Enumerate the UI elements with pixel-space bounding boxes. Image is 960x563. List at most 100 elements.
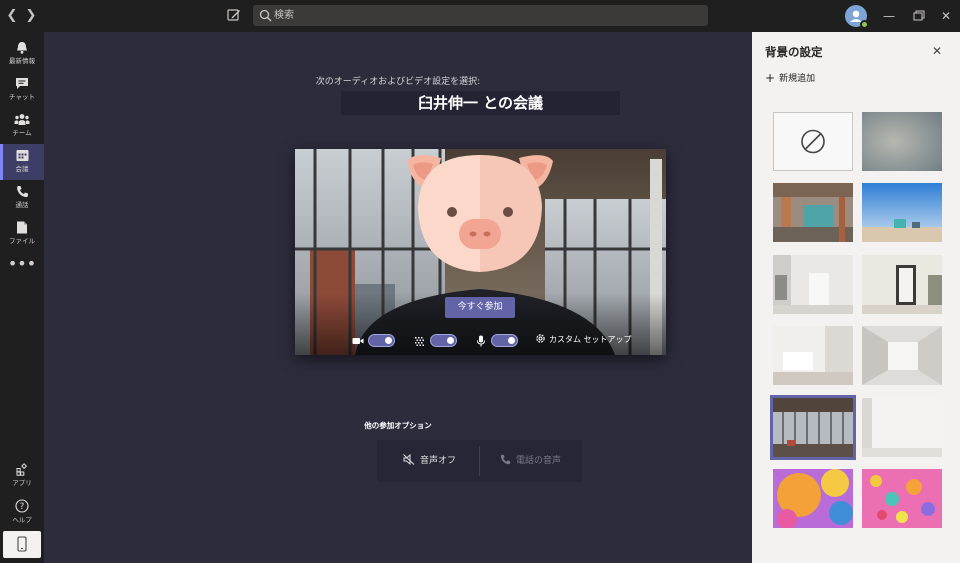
rail-label-activity: 最新情報 [9, 57, 35, 65]
white-loft-background-thumbnail [862, 255, 942, 314]
background-option-office[interactable] [773, 183, 853, 242]
background-option-balloons-orange[interactable] [773, 469, 853, 528]
camera-toggle[interactable] [368, 334, 395, 347]
orange-balloons-background-thumbnail [773, 469, 853, 528]
background-option-current-room[interactable] [770, 395, 856, 460]
rail-item-teams[interactable]: チーム [0, 108, 44, 144]
rail-item-chat[interactable]: チャット [0, 72, 44, 108]
rail-item-meetings[interactable]: 会議 [0, 144, 44, 180]
rail-label-calls: 通話 [15, 201, 29, 209]
chevron-right-icon: ❯ [25, 8, 37, 23]
background-option-balloons-pink[interactable] [862, 469, 942, 528]
background-blur-toggle[interactable] [430, 334, 457, 347]
teams-icon [14, 114, 30, 125]
phone-audio-option[interactable]: 電話の音声 [500, 440, 561, 482]
current-room-background-thumbnail [773, 398, 853, 457]
join-now-button[interactable]: 今すぐ参加 [445, 297, 515, 318]
search-icon [259, 9, 272, 22]
help-icon: ? [15, 499, 29, 513]
back-button[interactable]: ❮ [4, 7, 20, 25]
presence-status-icon [860, 20, 869, 29]
app-rail: 最新情報 チャット チーム 会議 通話 ファイル ••• アプリ ? ヘルプ [0, 32, 44, 563]
apps-icon [16, 463, 27, 476]
minimize-icon: — [883, 9, 895, 23]
background-option-white-room[interactable] [773, 255, 853, 314]
meeting-title: 臼井伸一 との会議 [341, 91, 620, 115]
no-background-icon [801, 129, 825, 154]
toggle-knob [385, 337, 392, 344]
panel-title: 背景の設定 [765, 45, 823, 59]
mobile-device-button[interactable] [3, 531, 41, 558]
compose-button[interactable] [226, 7, 242, 23]
video-preview: 今すぐ参加 カスタム セットアップ [295, 149, 666, 355]
background-option-none[interactable] [773, 112, 853, 171]
rail-label-help: ヘルプ [12, 516, 32, 524]
audio-off-label: 音声オフ [420, 456, 457, 466]
background-option-blur[interactable] [862, 112, 942, 171]
background-option-beach[interactable] [862, 183, 942, 242]
close-window-button[interactable]: ✕ [936, 6, 956, 26]
background-option-white-wall[interactable] [773, 326, 853, 385]
add-new-label: 新規追加 [779, 74, 816, 84]
add-new-background-button[interactable]: + 新規追加 [765, 71, 815, 85]
divider [479, 446, 480, 476]
other-join-options: 音声オフ 電話の音声 [377, 440, 582, 482]
forward-button[interactable]: ❯ [23, 7, 39, 25]
custom-setup-label: カスタム セットアップ [549, 335, 632, 344]
white-wall-background-thumbnail [773, 326, 853, 385]
beach-background-thumbnail [862, 183, 942, 242]
white-space-background-thumbnail [862, 326, 942, 385]
other-join-options-title: 他の参加オプション [364, 421, 432, 430]
rail-label-teams: チーム [12, 129, 32, 137]
file-icon [17, 221, 27, 234]
avatar[interactable] [845, 5, 869, 29]
audio-off-option[interactable]: 音声オフ [403, 440, 456, 482]
rail-label-apps: アプリ [12, 479, 32, 487]
toggle-knob [447, 337, 454, 344]
settings-prompt: 次のオーディオおよびビデオ設定を選択: [315, 77, 481, 87]
svg-text:?: ? [20, 502, 25, 512]
office-background-thumbnail [773, 183, 853, 242]
phone-device-icon [17, 536, 27, 552]
close-icon: ✕ [931, 44, 943, 58]
custom-setup-button[interactable]: カスタム セットアップ [535, 333, 632, 347]
plus-icon: + [765, 71, 776, 85]
rail-label-meetings: 会議 [15, 165, 29, 173]
more-apps-button[interactable]: ••• [0, 254, 44, 280]
search-box[interactable] [253, 5, 708, 26]
minimize-button[interactable]: — [879, 6, 899, 26]
close-icon: ✕ [940, 9, 952, 23]
camera-preview-image [295, 149, 666, 355]
rail-item-activity[interactable]: 最新情報 [0, 36, 44, 72]
background-blur-icon [415, 337, 424, 346]
rail-item-help[interactable]: ? ヘルプ [0, 494, 44, 530]
pre-join-screen: 次のオーディオおよびビデオ設定を選択: 臼井伸一 との会議 今すぐ参加 カスタム… [44, 32, 752, 563]
maximize-icon [913, 10, 925, 21]
search-input[interactable] [274, 6, 694, 25]
rail-label-files: ファイル [9, 237, 35, 245]
background-option-white-loft[interactable] [862, 255, 942, 314]
title-bar: ❮ ❯ — ✕ [0, 0, 960, 32]
background-settings-panel: 背景の設定 ✕ + 新規追加 [752, 32, 960, 563]
white-plain-background-thumbnail [862, 398, 942, 457]
bell-icon [17, 42, 27, 54]
background-option-white-plain[interactable] [862, 398, 942, 457]
phone-icon [16, 186, 28, 198]
background-option-white-space[interactable] [862, 326, 942, 385]
microphone-toggle[interactable] [491, 334, 518, 347]
close-panel-button[interactable]: ✕ [930, 44, 944, 58]
pink-balloons-background-thumbnail [862, 469, 942, 528]
maximize-button[interactable] [908, 6, 928, 26]
white-room-background-thumbnail [773, 255, 853, 314]
phone-icon [500, 454, 511, 465]
toggle-knob [508, 337, 515, 344]
rail-item-files[interactable]: ファイル [0, 216, 44, 252]
chevron-left-icon: ❮ [6, 8, 18, 23]
speaker-off-icon [403, 453, 415, 466]
rail-item-apps[interactable]: アプリ [0, 458, 44, 494]
rail-item-calls[interactable]: 通話 [0, 180, 44, 216]
blur-background-thumbnail [862, 112, 942, 171]
microphone-icon [477, 335, 485, 347]
rail-label-chat: チャット [9, 93, 35, 101]
gear-icon [536, 334, 545, 343]
